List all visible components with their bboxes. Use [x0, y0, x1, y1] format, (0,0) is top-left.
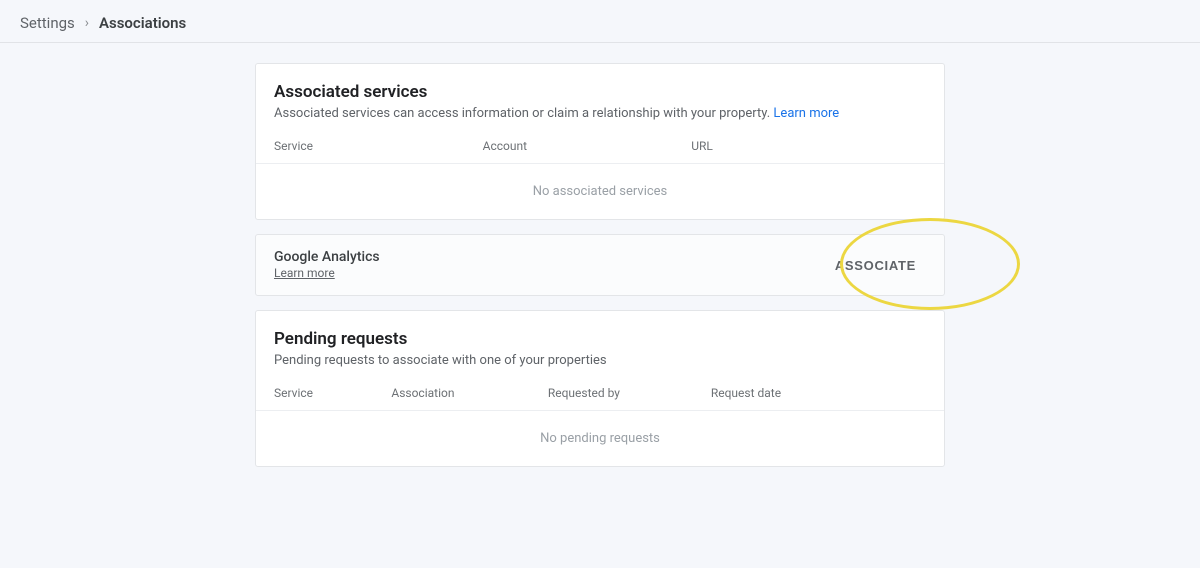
col-pending-request-date: Request date: [711, 386, 926, 400]
col-url: URL: [691, 139, 926, 153]
associated-services-columns: Service Account URL: [274, 139, 926, 163]
col-service: Service: [274, 139, 483, 153]
col-pending-requested-by: Requested by: [548, 386, 711, 400]
breadcrumb: Settings › Associations: [0, 0, 1200, 42]
associated-services-title: Associated services: [274, 82, 926, 102]
col-pending-service: Service: [274, 386, 391, 400]
associate-button[interactable]: ASSOCIATE: [825, 250, 926, 281]
google-analytics-title: Google Analytics: [274, 249, 380, 265]
pending-requests-columns: Service Association Requested by Request…: [274, 386, 926, 410]
associated-services-card: Associated services Associated services …: [255, 63, 945, 220]
google-analytics-card: Google Analytics Learn more ASSOCIATE: [255, 234, 945, 296]
associated-services-subtitle-text: Associated services can access informati…: [274, 106, 770, 121]
associated-services-subtitle: Associated services can access informati…: [274, 106, 926, 121]
pending-requests-empty: No pending requests: [256, 410, 944, 466]
breadcrumb-current: Associations: [99, 14, 186, 32]
associated-services-learn-more-link[interactable]: Learn more: [773, 106, 839, 121]
header-divider: [0, 42, 1200, 43]
pending-requests-subtitle: Pending requests to associate with one o…: [274, 353, 926, 368]
col-pending-association: Association: [391, 386, 547, 400]
chevron-right-icon: ›: [85, 15, 89, 31]
pending-requests-title: Pending requests: [274, 329, 926, 349]
breadcrumb-root[interactable]: Settings: [20, 14, 75, 32]
google-analytics-learn-more-link[interactable]: Learn more: [274, 266, 335, 280]
col-account: Account: [483, 139, 692, 153]
associated-services-empty: No associated services: [256, 163, 944, 219]
pending-requests-card: Pending requests Pending requests to ass…: [255, 310, 945, 467]
